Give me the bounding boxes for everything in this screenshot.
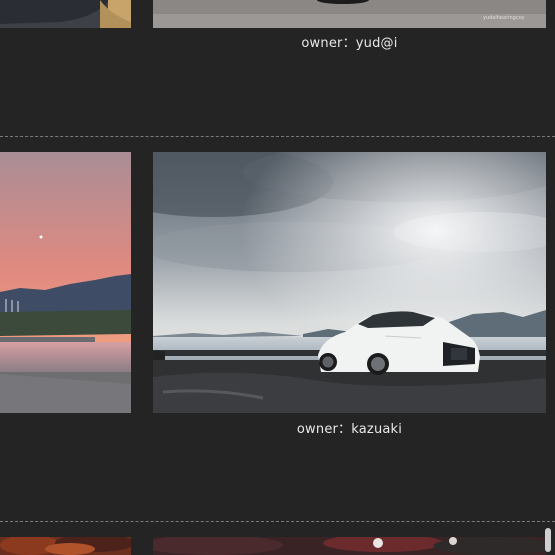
autumn-photo-right-image — [153, 537, 546, 555]
car-photo-yudai[interactable]: yudaihearingcoy — [153, 0, 546, 28]
autumn-photo-left[interactable] — [0, 537, 131, 555]
sunset-photo-left[interactable] — [0, 152, 131, 413]
car-photo-yudai-image — [153, 0, 546, 28]
car-photo-kazuaki[interactable] — [153, 152, 546, 413]
lexus-rcf-photo-image — [153, 152, 546, 413]
autumn-photo-right[interactable] — [153, 537, 546, 555]
car-photo-left-top[interactable] — [0, 0, 131, 28]
autumn-photo-left-image — [0, 537, 131, 555]
row-divider — [0, 136, 555, 137]
car-photo-left-top-image — [0, 0, 131, 28]
photo-watermark: yudaihearingcoy — [483, 15, 525, 21]
sunset-photo-image — [0, 152, 131, 413]
row-divider — [0, 521, 555, 522]
owner-caption: owner：kazuaki — [296, 422, 403, 437]
gallery-page: yudaihearingcoy owner：yud@i owner：kazuak… — [0, 0, 555, 555]
owner-caption: owner：yud@i — [301, 36, 398, 51]
scrollbar-thumb[interactable] — [545, 528, 551, 552]
